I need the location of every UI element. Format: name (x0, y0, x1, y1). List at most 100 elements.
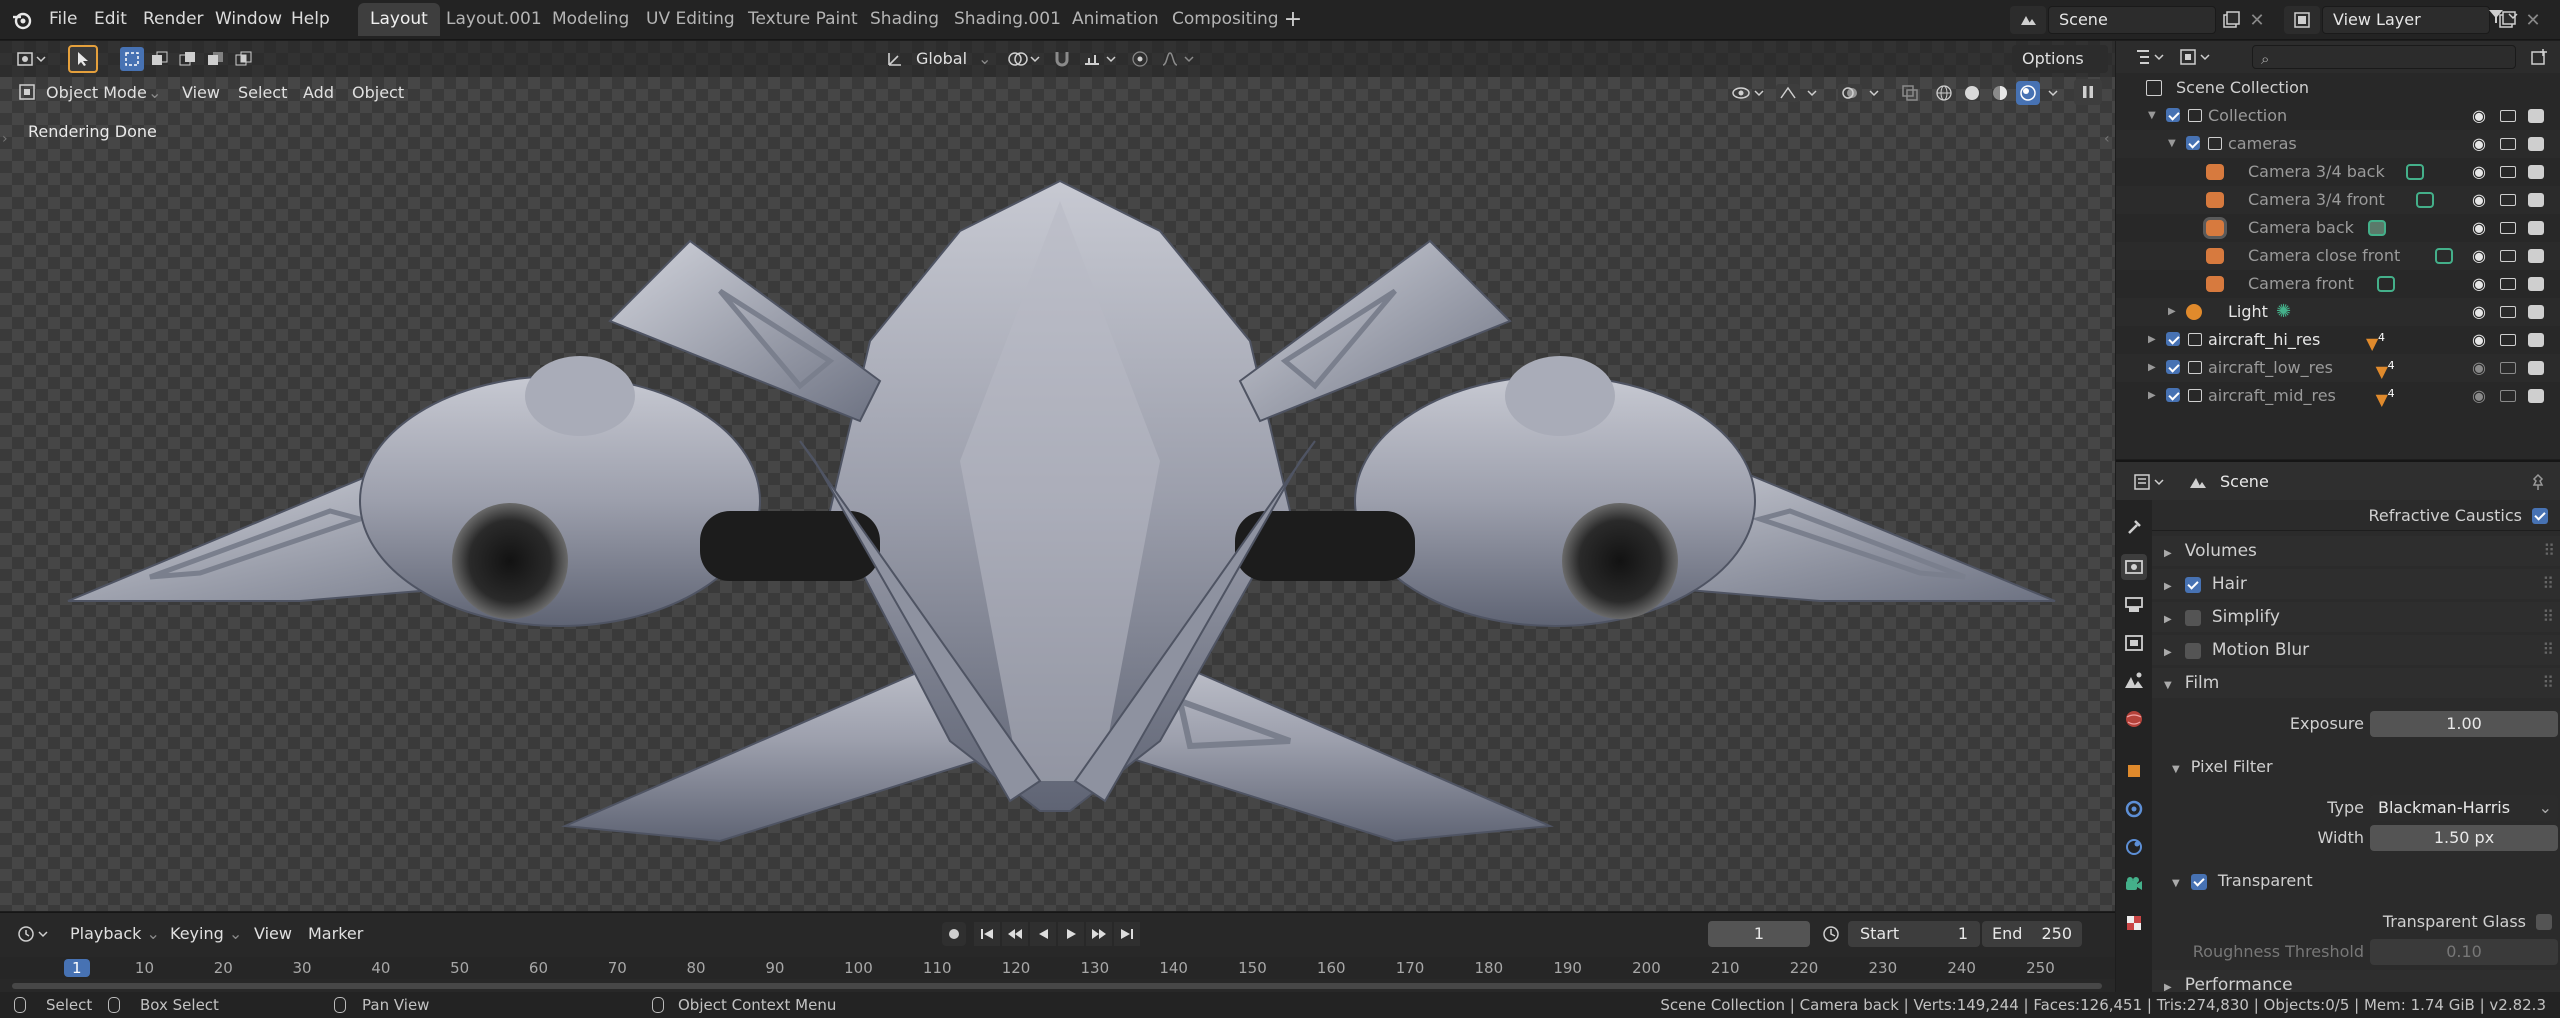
refractive-caustics-row[interactable]: Refractive Caustics (2156, 504, 2556, 528)
outliner-row-aircraft-hi-res[interactable]: ▶ aircraft_hi_res ▼ 4 ◉ (2116, 326, 2560, 354)
jump-end-icon[interactable] (1114, 922, 1140, 946)
visibility-eye-icon[interactable]: ◉ (2472, 270, 2486, 298)
3d-viewport[interactable]: Global ⌄ Options ⌄ Object Mode ⌄ View Se… (0, 41, 2115, 911)
viewport-display-icon[interactable] (2500, 306, 2516, 318)
tab-object-data-icon[interactable] (2121, 872, 2147, 898)
tab-shading-001[interactable]: Shading.001 (942, 3, 1073, 36)
new-scene-icon[interactable] (2218, 6, 2244, 34)
exclude-checkbox[interactable] (2166, 108, 2180, 122)
visibility-eye-icon[interactable]: ◉ (2472, 382, 2486, 410)
play-icon[interactable] (1058, 922, 1084, 946)
camera-data-icon[interactable] (2434, 248, 2453, 264)
viewport-display-icon[interactable] (2500, 138, 2516, 150)
viewport-display-icon[interactable] (2500, 222, 2516, 234)
panel-hair[interactable]: ▶ Hair ⠿ (2152, 569, 2560, 599)
menu-render[interactable]: Render (143, 0, 204, 40)
add-workspace-icon[interactable]: + (1282, 7, 1304, 32)
visibility-eye-icon[interactable]: ◉ (2472, 326, 2486, 354)
light-data-icon[interactable]: ✺ (2276, 298, 2291, 326)
menu-edit[interactable]: Edit (94, 0, 127, 40)
current-frame-field[interactable]: 1 (1708, 921, 1810, 947)
outliner-row-light[interactable]: ▶ Light ✺ ◉ (2116, 298, 2560, 326)
outliner-row-aircraft-low-res[interactable]: ▶ aircraft_low_res ▼ 4 ◉ (2116, 354, 2560, 382)
menu-playback[interactable]: Playback ⌄ (70, 920, 160, 948)
menu-keying[interactable]: Keying ⌄ (170, 920, 242, 948)
drag-handle-icon[interactable]: ⠿ (2542, 635, 2554, 665)
display-mode-icon[interactable] (2176, 46, 2216, 68)
render-camera-icon[interactable] (2528, 277, 2544, 291)
transparent-glass-row[interactable]: Transparent Glass (2152, 907, 2560, 937)
render-camera-icon[interactable] (2528, 221, 2544, 235)
expand-open-icon[interactable]: ▼ (2168, 130, 2176, 158)
tab-tool-icon[interactable] (2121, 514, 2147, 540)
viewport-display-icon[interactable] (2500, 166, 2516, 178)
record-icon[interactable] (942, 922, 966, 946)
tab-texture-icon[interactable] (2121, 910, 2147, 936)
tab-uv-editing[interactable]: UV Editing (634, 3, 747, 36)
outliner-editor-type-icon[interactable] (2132, 46, 2168, 68)
end-frame-field[interactable]: End 250 (1982, 921, 2082, 947)
transparent-glass-checkbox[interactable] (2536, 914, 2552, 930)
outliner-row-camera-back[interactable]: Camera back ◉ (2116, 214, 2560, 242)
tab-compositing[interactable]: Compositing (1160, 3, 1291, 36)
view-layer-icon[interactable] (2284, 6, 2320, 34)
preview-range-icon[interactable] (1818, 921, 1844, 947)
roughness-threshold-field[interactable]: 0.10 (2370, 939, 2558, 965)
exclude-checkbox[interactable] (2166, 360, 2180, 374)
camera-data-icon[interactable] (2415, 192, 2434, 208)
pin-icon[interactable] (2526, 470, 2550, 494)
view-layer-field[interactable]: View Layer (2322, 6, 2490, 34)
exclude-checkbox[interactable] (2166, 332, 2180, 346)
jump-start-icon[interactable] (974, 922, 1000, 946)
visibility-eye-icon[interactable]: ◉ (2472, 186, 2486, 214)
tab-render-icon[interactable] (2121, 554, 2147, 580)
subpanel-transparent[interactable]: ▼ Transparent (2152, 866, 2560, 896)
panel-simplify[interactable]: ▶ Simplify ⠿ (2152, 602, 2560, 632)
visibility-eye-icon[interactable]: ◉ (2472, 214, 2486, 242)
jump-keyframe-back-icon[interactable] (1002, 922, 1028, 946)
outliner-row-camera-3-4-front[interactable]: Camera 3/4 front ◉ (2116, 186, 2560, 214)
render-camera-icon[interactable] (2528, 193, 2544, 207)
viewport-display-icon[interactable] (2500, 110, 2516, 122)
render-camera-icon[interactable] (2528, 249, 2544, 263)
tab-scene-icon[interactable] (2121, 668, 2147, 694)
exposure-field[interactable]: 1.00 (2370, 711, 2558, 737)
panel-motion-blur[interactable]: ▶ Motion Blur ⠿ (2152, 635, 2560, 665)
render-camera-icon[interactable] (2528, 137, 2544, 151)
drag-handle-icon[interactable]: ⠿ (2543, 536, 2555, 566)
render-camera-icon[interactable] (2528, 109, 2544, 123)
hair-checkbox[interactable] (2184, 576, 2201, 593)
new-collection-icon[interactable] (2526, 46, 2552, 68)
viewport-display-icon[interactable] (2500, 250, 2516, 262)
play-reverse-icon[interactable] (1030, 922, 1056, 946)
delete-view-layer-icon[interactable]: ✕ (2522, 6, 2544, 34)
refractive-caustics-checkbox[interactable] (2532, 508, 2548, 524)
panel-film[interactable]: ▼ Film ⠿ (2152, 668, 2560, 698)
outliner-row-camera-3-4-back[interactable]: Camera 3/4 back ◉ (2116, 158, 2560, 186)
timeline-scrollbar[interactable] (12, 983, 2102, 989)
menu-help[interactable]: Help (291, 0, 330, 40)
render-camera-icon[interactable] (2528, 361, 2544, 375)
jump-keyframe-forward-icon[interactable] (1086, 922, 1112, 946)
mesh-data-icon[interactable]: ▼ (2376, 386, 2388, 414)
visibility-eye-icon[interactable]: ◉ (2472, 242, 2486, 270)
tab-world-icon[interactable] (2121, 706, 2147, 732)
camera-data-icon[interactable] (2406, 164, 2424, 180)
viewport-display-icon[interactable] (2500, 390, 2516, 402)
tab-layout[interactable]: Layout (358, 3, 440, 36)
tab-physics-icon[interactable] (2121, 834, 2147, 860)
menu-window[interactable]: Window (215, 0, 282, 40)
tab-layout-001[interactable]: Layout.001 (434, 3, 554, 36)
expand-closed-icon[interactable]: ▶ (2148, 382, 2156, 410)
viewport-display-icon[interactable] (2500, 362, 2516, 374)
simplify-checkbox[interactable] (2184, 609, 2201, 626)
visibility-eye-icon[interactable]: ◉ (2472, 158, 2486, 186)
outliner-search-input[interactable]: ⌕ (2252, 45, 2516, 69)
outliner-scene-collection[interactable]: Scene Collection (2116, 74, 2560, 102)
viewport-display-icon[interactable] (2500, 278, 2516, 290)
timeline-menu-view[interactable]: View (254, 920, 292, 948)
tab-modifiers-icon[interactable] (2121, 796, 2147, 822)
visibility-eye-icon[interactable]: ◉ (2472, 130, 2486, 158)
tab-view-layer-icon[interactable] (2121, 630, 2147, 656)
exclude-checkbox[interactable] (2166, 388, 2180, 402)
